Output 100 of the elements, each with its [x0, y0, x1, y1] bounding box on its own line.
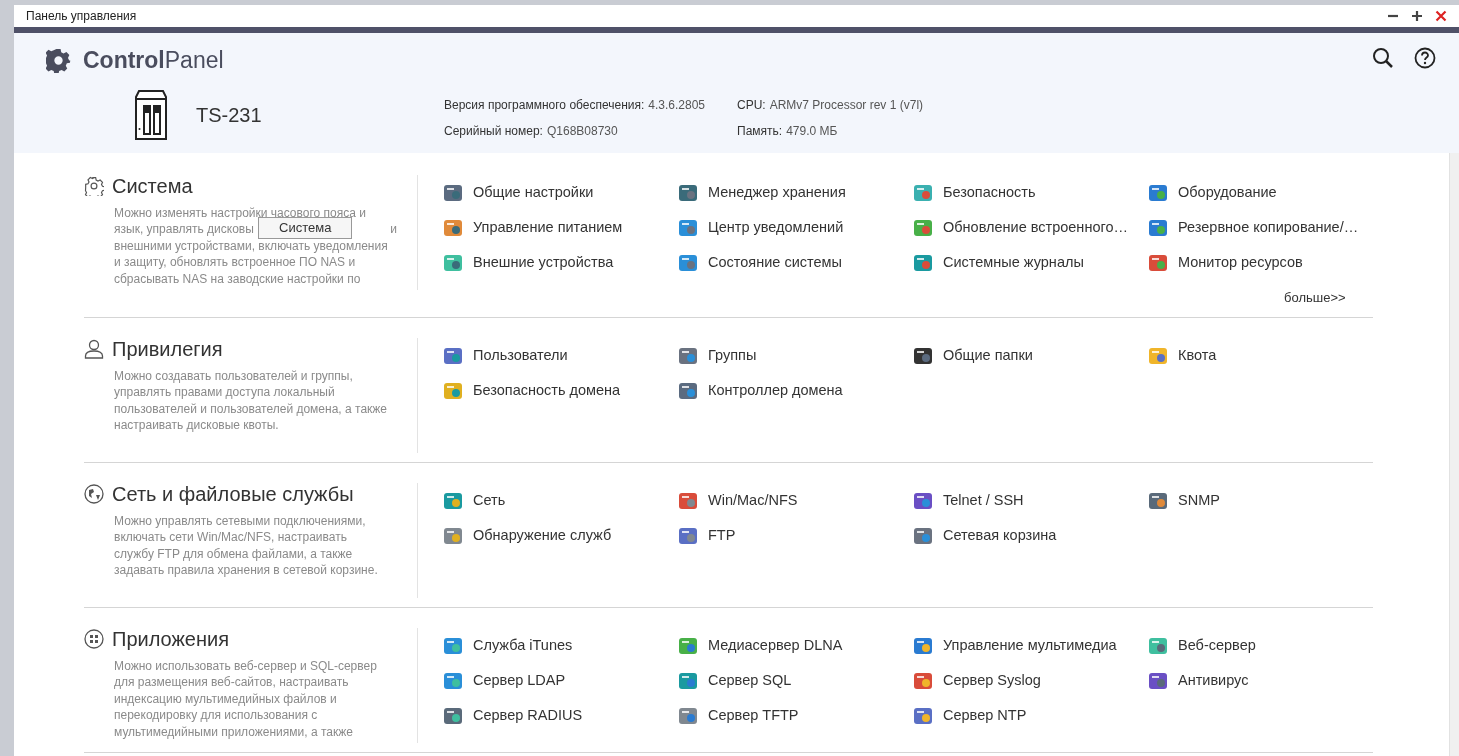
apps-icon	[84, 629, 104, 649]
device-model: TS-231	[196, 103, 262, 128]
app-icon	[678, 218, 698, 238]
description-text: индексацию мультимедийных файлов и	[114, 690, 338, 708]
close-icon	[1434, 9, 1448, 23]
app-icon	[678, 636, 698, 656]
settings-item[interactable]: Сеть	[443, 491, 678, 511]
more-link[interactable]: больше>>	[1284, 288, 1346, 308]
description-text: настраивать дисковые квоты.	[114, 417, 280, 434]
description-text: внешними устройствами, включать уведомления	[114, 237, 389, 255]
settings-item[interactable]: FTP	[678, 526, 913, 546]
description-text: Можно создавать пользователей и группы,	[114, 368, 354, 385]
info-value: 479.0 МБ	[786, 123, 838, 140]
app-icon	[913, 218, 933, 238]
app-icon	[443, 253, 463, 273]
gear-icon	[84, 176, 104, 196]
settings-item[interactable]: Общие папки	[913, 346, 1148, 366]
app-icon	[443, 183, 463, 203]
app-icon	[443, 706, 463, 726]
app-icon	[913, 491, 933, 511]
description-text: Можно управлять сетевыми подключениями,	[114, 513, 367, 530]
app-icon	[913, 706, 933, 726]
settings-item[interactable]: Сервер TFTP	[678, 706, 913, 726]
app-icon	[678, 491, 698, 511]
settings-item[interactable]: Внешние устройства	[443, 253, 678, 273]
app-icon	[443, 218, 463, 238]
window-title: Панель управления	[26, 8, 137, 25]
settings-item[interactable]: Win/Mac/NFS	[678, 491, 913, 511]
info-value: 4.3.6.2805	[648, 97, 706, 114]
globe-icon	[84, 484, 104, 504]
settings-item[interactable]: Безопасность	[913, 183, 1148, 203]
description-text: мультимедийными приложениями, а также	[114, 723, 354, 741]
app-icon	[443, 381, 463, 401]
settings-item[interactable]: Системные журналы	[913, 253, 1148, 273]
settings-item[interactable]: Сетевая корзина	[913, 526, 1148, 546]
app-icon	[1148, 346, 1168, 366]
settings-item[interactable]: Антивирус	[1148, 671, 1383, 691]
description-text: Можно использовать веб-сервер и SQL-сервер	[114, 658, 378, 675]
app-icon	[1148, 671, 1168, 691]
description-text: и защиту, обновлять встроенное ПО NAS и	[114, 254, 357, 271]
app-icon	[678, 526, 698, 546]
app-icon	[913, 346, 933, 366]
settings-item[interactable]: Сервер NTP	[913, 706, 1148, 726]
settings-item[interactable]: Сервер LDAP	[443, 671, 678, 691]
settings-item[interactable]: SNMP	[1148, 491, 1383, 511]
app-icon	[913, 526, 933, 546]
settings-item[interactable]: Медиасервер DLNA	[678, 636, 913, 656]
app-icon	[1148, 183, 1168, 203]
settings-item[interactable]: Telnet / SSH	[913, 491, 1148, 511]
settings-item[interactable]: Центр уведомлений	[678, 218, 913, 238]
settings-item[interactable]: Сервер SQL	[678, 671, 913, 691]
settings-item[interactable]: Сервер Syslog	[913, 671, 1148, 691]
section-title: Сеть и файловые службы	[112, 482, 354, 507]
app-icon	[913, 636, 933, 656]
settings-item[interactable]: Оборудование	[1148, 183, 1383, 203]
app-icon	[678, 253, 698, 273]
app-icon	[678, 671, 698, 691]
settings-item[interactable]: Контроллер домена	[678, 381, 913, 401]
settings-item[interactable]: Резервное копирование/…	[1148, 218, 1383, 238]
app-icon	[1148, 491, 1168, 511]
app-icon	[443, 526, 463, 546]
app-icon	[678, 381, 698, 401]
description-text: перекодировку для использования с	[114, 707, 319, 724]
settings-item[interactable]: Сервер RADIUS	[443, 706, 678, 726]
description-text: язык, управлять дисковы	[114, 221, 254, 238]
settings-item[interactable]: Менеджер хранения	[678, 183, 913, 203]
settings-item[interactable]: Веб-сервер	[1148, 636, 1383, 656]
app-icon	[678, 183, 698, 203]
app-icon	[1148, 636, 1168, 656]
tooltip: Система	[258, 217, 353, 239]
app-icon	[1148, 253, 1168, 273]
settings-item[interactable]: Общие настройки	[443, 183, 678, 203]
settings-item[interactable]: Монитор ресурсов	[1148, 253, 1383, 273]
description-text: и	[390, 221, 397, 238]
settings-item[interactable]: Безопасность домена	[443, 381, 678, 401]
settings-item[interactable]: Квота	[1148, 346, 1383, 366]
description-text: сбрасывать NAS на заводские настройки по	[114, 270, 362, 288]
settings-item[interactable]: Пользователи	[443, 346, 678, 366]
description-text: пользователей и пользователей домена, а также	[114, 400, 388, 418]
app-icon	[443, 346, 463, 366]
settings-item[interactable]: Управление питанием	[443, 218, 678, 238]
gear-icon	[46, 47, 71, 73]
settings-item[interactable]: Состояние системы	[678, 253, 913, 273]
settings-item[interactable]: Обнаружение служб	[443, 526, 678, 546]
description-text: для размещения веб-сайтов, настраивать	[114, 674, 350, 691]
nas-device-icon	[134, 89, 168, 141]
app-icon	[443, 491, 463, 511]
settings-item[interactable]: Обновление встроенного…	[913, 218, 1148, 238]
info-label: Версия программного обеспечения:	[444, 97, 645, 114]
description-text: задавать правила хранения в сетевой корзине.	[114, 562, 379, 579]
description-text: включать сети Win/Mac/NFS, настраивать	[114, 529, 348, 546]
description-text: управлять правами доступа локальный	[114, 384, 336, 401]
section-title: Приложения	[112, 627, 229, 652]
section-title: Привилегия	[112, 337, 223, 362]
settings-item[interactable]: Группы	[678, 346, 913, 366]
app-icon	[678, 346, 698, 366]
settings-item[interactable]: Служба iTunes	[443, 636, 678, 656]
settings-item[interactable]: Управление мультимедиа	[913, 636, 1148, 656]
app-icon	[443, 671, 463, 691]
user-icon	[84, 339, 104, 359]
